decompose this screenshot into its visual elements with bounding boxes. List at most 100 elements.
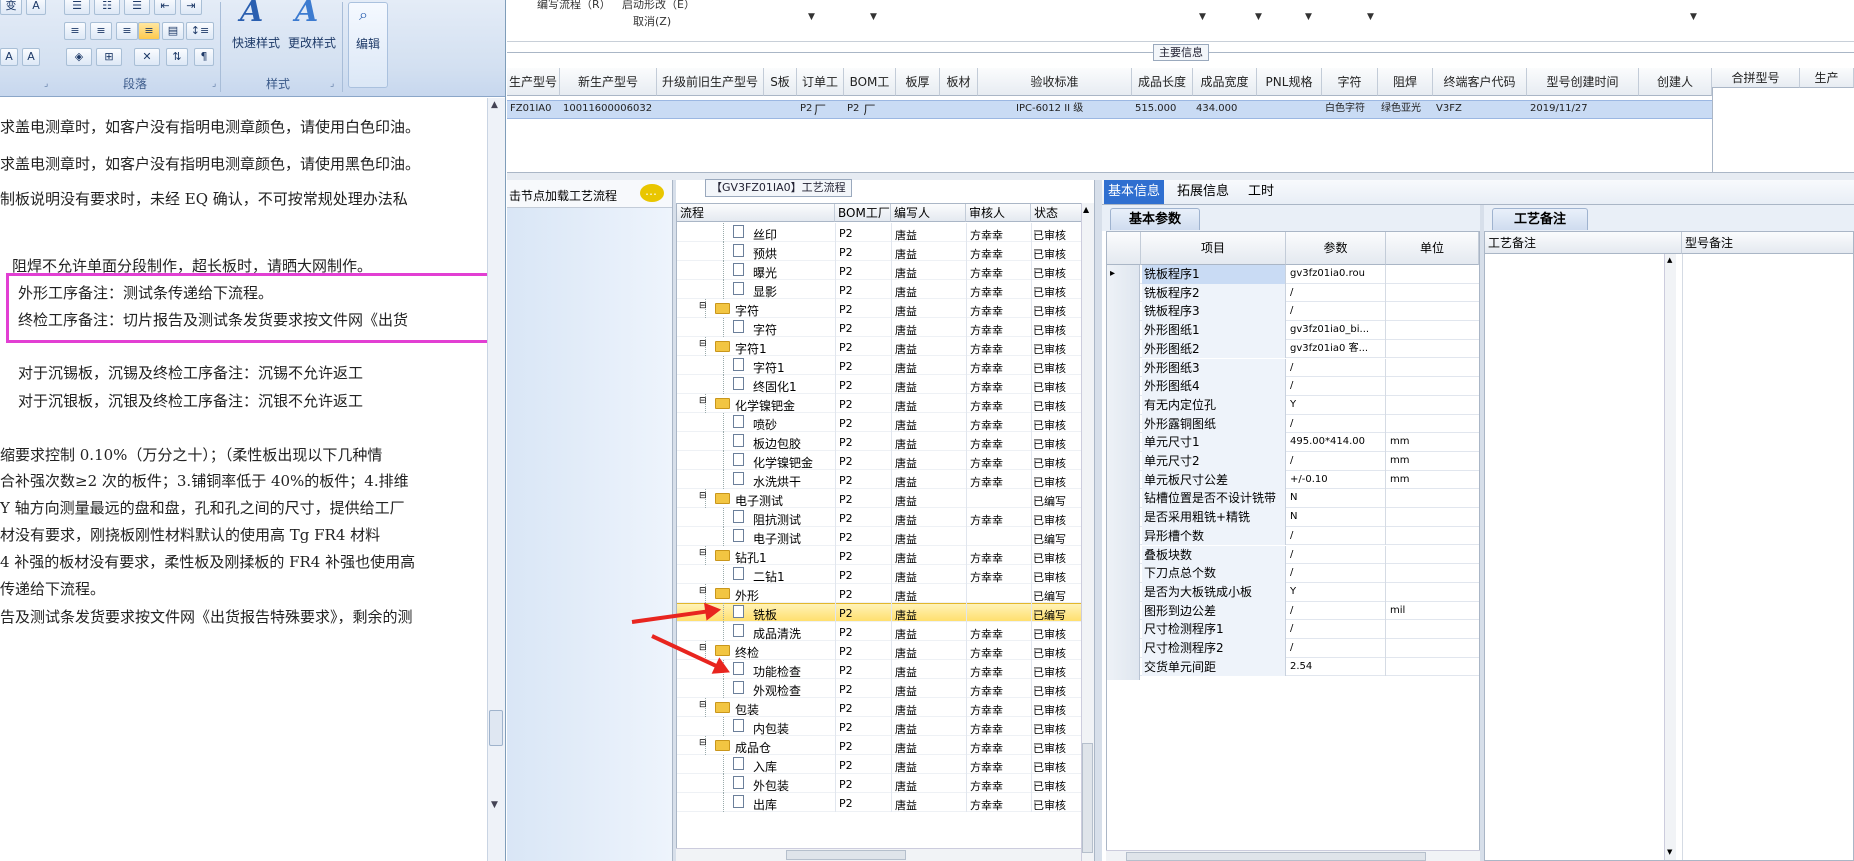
flow-row[interactable]: 终固化1 P2 唐益 方幸幸 已审核 xyxy=(677,375,1082,394)
line-spacing-button[interactable]: ↕≡ xyxy=(186,22,214,40)
param-row[interactable]: 异形槽个数 / xyxy=(1107,526,1479,549)
param-unit[interactable]: mm xyxy=(1386,433,1479,452)
scroll-down-icon[interactable]: ▼ xyxy=(491,800,498,810)
align-left-button[interactable]: ≡ xyxy=(64,22,86,40)
collapse-icon[interactable]: ⊟ xyxy=(699,339,707,349)
merge-col-header[interactable]: 合拼型号 xyxy=(1712,68,1800,88)
row-header[interactable] xyxy=(1107,657,1140,680)
collapse-icon[interactable]: ⊟ xyxy=(699,738,707,748)
param-unit[interactable] xyxy=(1386,546,1479,565)
param-row[interactable]: 单元尺寸1 495.00*414.00 mm xyxy=(1107,433,1479,456)
param-value[interactable]: gv3fz01ia0_bi... xyxy=(1286,321,1386,340)
param-row[interactable]: 钻槽位置是否不设计铣带 N xyxy=(1107,489,1479,512)
param-unit[interactable] xyxy=(1386,415,1479,434)
dropdown-arrow-icon[interactable]: ▼ xyxy=(1255,12,1262,22)
merge-col-header[interactable]: 生产 xyxy=(1800,68,1854,88)
param-unit[interactable] xyxy=(1386,620,1479,639)
param-value[interactable]: N xyxy=(1286,508,1386,527)
param-unit[interactable] xyxy=(1386,340,1479,359)
param-unit[interactable] xyxy=(1386,508,1479,527)
param-value[interactable]: / xyxy=(1286,452,1386,471)
horizontal-scrollbar[interactable] xyxy=(676,848,1081,861)
param-unit[interactable] xyxy=(1386,639,1479,658)
param-unit[interactable]: mm xyxy=(1386,471,1479,490)
main-col-header[interactable]: 订单工厂 xyxy=(797,68,844,117)
collapse-icon[interactable]: ⊟ xyxy=(699,643,707,653)
flow-row[interactable]: ⊟ 字符 P2 唐益 方幸幸 已审核 xyxy=(677,299,1082,318)
collapse-icon[interactable]: ⊟ xyxy=(699,700,707,710)
flow-row[interactable]: 功能检查 P2 唐益 方幸幸 已审核 xyxy=(677,660,1082,679)
param-value[interactable]: N xyxy=(1286,489,1386,509)
param-row[interactable]: 单元尺寸2/mm xyxy=(1107,452,1479,474)
scrollbar-thumb[interactable] xyxy=(1082,743,1093,853)
param-value[interactable]: +/-0.10 xyxy=(1286,470,1386,490)
dropdown-arrow-icon[interactable]: ▼ xyxy=(808,12,815,22)
main-col-header[interactable]: 阻焊 xyxy=(1378,68,1433,96)
outdent-button[interactable]: ⇥ xyxy=(180,0,202,15)
main-cell[interactable]: FZ01IA0 xyxy=(510,101,551,117)
flow-row[interactable]: 内包装 P2 唐益 方幸幸 已审核 xyxy=(677,717,1082,736)
param-row[interactable]: 铣板程序3/ xyxy=(1107,302,1479,325)
indent-button[interactable]: ⇤ xyxy=(154,0,176,15)
dropdown-arrow-icon[interactable]: ▼ xyxy=(870,12,877,22)
param-col-header[interactable]: 单位 xyxy=(1386,232,1479,265)
param-unit[interactable] xyxy=(1386,583,1479,602)
flow-row[interactable]: 外观检查 P2 唐益 方幸幸 已审核 xyxy=(677,679,1082,698)
collapse-icon[interactable]: ⊟ xyxy=(699,396,707,406)
flow-col-header[interactable]: BOM工厂 xyxy=(835,204,891,222)
font-a-button[interactable]: A xyxy=(26,0,46,15)
main-cell[interactable]: P2 xyxy=(800,101,812,117)
main-col-header[interactable]: 成品宽度 xyxy=(1193,68,1257,96)
font-shrink-button[interactable]: A xyxy=(22,48,40,66)
border-button[interactable]: ⊞ xyxy=(96,48,122,66)
param-row[interactable]: 尺寸检测程序1/ xyxy=(1107,620,1479,643)
flow-col-header[interactable]: 审核人 xyxy=(966,204,1031,222)
main-col-header[interactable]: 验收标准 xyxy=(978,68,1132,96)
param-value[interactable]: gv3fz01ia0.rou xyxy=(1286,265,1386,284)
scrollbar-thumb[interactable] xyxy=(786,850,906,860)
flow-row[interactable]: ⊟ 字符1 P2 唐益 方幸幸 已审核 xyxy=(677,337,1082,356)
main-col-header[interactable]: 型号创建时间 xyxy=(1527,68,1639,96)
main-col-header[interactable]: PNL规格 xyxy=(1257,68,1322,96)
param-unit[interactable]: mil xyxy=(1386,602,1479,621)
flow-scrollbar[interactable]: ▲ xyxy=(1081,203,1094,861)
param-row[interactable]: 是否采用粗铣+精铣 N xyxy=(1107,508,1479,531)
param-row[interactable]: 下刀点总个数 / xyxy=(1107,564,1479,587)
flow-row[interactable]: 字符 P2 唐益 方幸幸 已审核 xyxy=(677,318,1082,337)
flow-row[interactable]: 丝印 P2 唐益 方幸幸 已审核 xyxy=(677,223,1082,242)
chat-icon[interactable]: … xyxy=(640,184,664,202)
scrollbar-thumb[interactable] xyxy=(1126,852,1426,861)
param-row[interactable]: 外形图纸3/ xyxy=(1107,358,1479,381)
flow-row[interactable]: 入库 P2 唐益 方幸幸 已审核 xyxy=(677,755,1082,774)
param-row[interactable]: 外形图纸2 gv3fz01ia0 客... xyxy=(1107,339,1479,362)
param-value[interactable]: / xyxy=(1286,639,1386,658)
param-col-header[interactable]: 项目 xyxy=(1141,232,1286,265)
clear-format-button[interactable]: ✕ xyxy=(134,48,160,66)
flow-row[interactable]: 喷砂 P2 唐益 方幸幸 已审核 xyxy=(677,413,1082,432)
param-value[interactable]: / xyxy=(1286,526,1386,546)
param-unit[interactable] xyxy=(1386,321,1479,340)
distribute-button[interactable]: ▤ xyxy=(162,22,184,40)
param-row[interactable]: 尺寸检测程序2/ xyxy=(1107,639,1479,661)
collapse-icon[interactable]: ⊟ xyxy=(699,491,707,501)
param-row[interactable]: 图形到边公差 / mil xyxy=(1107,601,1479,624)
param-value[interactable]: gv3fz01ia0 客... xyxy=(1286,339,1386,359)
quick-style-button[interactable]: 快速样式 xyxy=(228,34,284,51)
main-col-header[interactable]: 成品长度 xyxy=(1132,68,1193,96)
align-right-button[interactable]: ≡ xyxy=(116,22,138,40)
menu-cancel[interactable]: 取消(Z) xyxy=(633,13,671,29)
dropdown-arrow-icon[interactable]: ▼ xyxy=(1199,12,1206,22)
dialog-launcher-icon[interactable]: ⌟ xyxy=(212,79,216,89)
document-body[interactable]: 求盖电测章时，如客户没有指明电测章颜色，请使用白色印油。 求盖电测章时，如客户没… xyxy=(0,98,489,861)
param-unit[interactable] xyxy=(1386,489,1479,508)
collapse-icon[interactable]: ⊟ xyxy=(699,548,707,558)
flow-col-header[interactable]: 状态 xyxy=(1031,204,1082,222)
param-value[interactable]: / xyxy=(1286,545,1386,565)
flow-row[interactable]: 显影 P2 唐益 方幸幸 已审核 xyxy=(677,280,1082,299)
tab-basic-info[interactable]: 基本信息 xyxy=(1104,180,1164,204)
param-row[interactable]: 外形露铜图纸 / xyxy=(1107,414,1479,437)
flow-row[interactable]: 预烘 P2 唐益 方幸幸 已审核 xyxy=(677,242,1082,261)
param-row[interactable]: ▸ 铣板程序1 gv3fz01ia0.rou xyxy=(1107,265,1479,287)
main-col-header[interactable]: BOM工厂 xyxy=(844,68,896,117)
flow-row[interactable]: ⊟ 包装 P2 唐益 方幸幸 已审核 xyxy=(677,698,1082,717)
